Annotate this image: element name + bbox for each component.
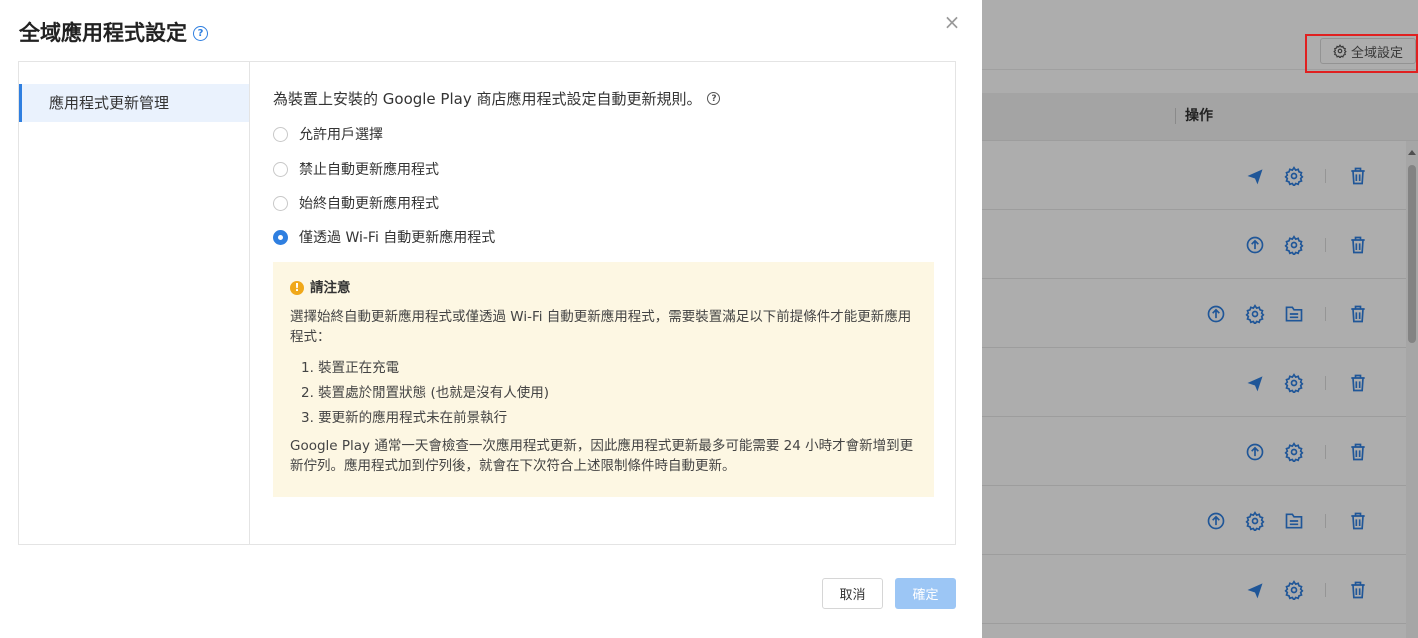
nav-item-app-update-management[interactable]: 應用程式更新管理 (19, 84, 249, 122)
dialog-title-text: 全域應用程式設定 (19, 21, 187, 45)
notice-list-item: 3. 要更新的應用程式未在前景執行 (301, 410, 508, 426)
radio-circle[interactable] (273, 126, 288, 142)
notice-box: ! 請注意 選擇始終自動更新應用程式或僅透過 Wi-Fi 自動更新應用程式，需要… (273, 262, 934, 497)
radio-disable-auto-update[interactable]: 禁止自動更新應用程式 (273, 159, 439, 179)
question-circle-icon[interactable]: ? (707, 92, 721, 105)
radio-circle[interactable] (273, 195, 288, 211)
cancel-button[interactable]: 取消 (822, 578, 883, 609)
notice-list-item: 1. 裝置正在充電 (301, 360, 400, 376)
dialog-title: 全域應用程式設定 ? (19, 17, 208, 47)
radio-circle-checked[interactable] (273, 229, 288, 245)
radio-label: 禁止自動更新應用程式 (299, 162, 439, 178)
global-app-settings-dialog: 全域應用程式設定 ? × 應用程式更新管理 為裝置上安裝的 Google Pla… (0, 0, 982, 638)
highlight-annotation-box (1305, 34, 1418, 73)
notice-header: ! 請注意 (290, 278, 917, 298)
radio-label: 允許用戶選擇 (299, 127, 383, 143)
radio-allow-user-choice[interactable]: 允許用戶選擇 (273, 124, 383, 144)
radio-label: 僅透過 Wi-Fi 自動更新應用程式 (299, 230, 496, 246)
notice-paragraph: 選擇始終自動更新應用程式或僅透過 Wi-Fi 自動更新應用程式，需要裝置滿足以下… (290, 309, 912, 345)
close-icon: × (943, 10, 961, 34)
radio-always-auto-update[interactable]: 始終自動更新應用程式 (273, 193, 439, 213)
notice-title: 請注意 (310, 280, 351, 296)
dialog-body: 應用程式更新管理 為裝置上安裝的 Google Play 商店應用程式設定自動更… (18, 61, 956, 545)
radio-wifi-only-auto-update[interactable]: 僅透過 Wi-Fi 自動更新應用程式 (273, 227, 495, 247)
radio-label: 始終自動更新應用程式 (299, 196, 439, 212)
nav-item-label: 應用程式更新管理 (49, 94, 170, 112)
warning-icon: ! (290, 281, 304, 295)
question-circle-icon[interactable]: ? (193, 25, 208, 41)
close-button[interactable]: × (943, 10, 961, 34)
confirm-button[interactable]: 確定 (895, 578, 956, 609)
notice-list-item: 2. 裝置處於閒置狀態 (也就是沒有人使用) (301, 385, 549, 401)
notice-paragraph: Google Play 通常一天會檢查一次應用程式更新，因此應用程式更新最多可能… (290, 438, 914, 474)
radio-circle[interactable] (273, 161, 288, 177)
auto-update-description: 為裝置上安裝的 Google Play 商店應用程式設定自動更新規則。 ? (273, 88, 913, 109)
description-text: 為裝置上安裝的 Google Play 商店應用程式設定自動更新規則。 (273, 90, 702, 108)
settings-side-nav: 應用程式更新管理 (19, 62, 250, 544)
